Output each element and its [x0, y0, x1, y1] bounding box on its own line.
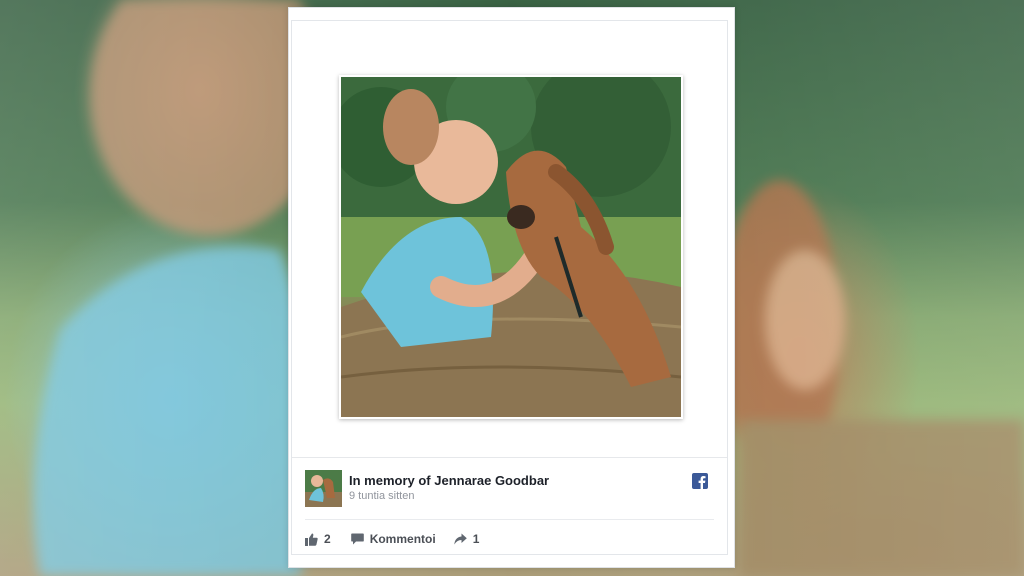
post-photo	[341, 77, 681, 417]
avatar-thumbnail	[305, 470, 342, 507]
avatar[interactable]	[305, 470, 342, 507]
comment-label: Kommentoi	[369, 532, 436, 546]
like-action[interactable]: 2	[305, 532, 331, 546]
facebook-logo-glyph	[698, 476, 706, 489]
post-container: In memory of Jennarae Goodbar 9 tuntia s…	[291, 20, 728, 555]
like-count: 2	[324, 532, 331, 546]
facebook-icon[interactable]	[692, 473, 708, 489]
share-arrow-icon	[453, 533, 467, 545]
embedded-post-card: In memory of Jennarae Goodbar 9 tuntia s…	[288, 7, 735, 568]
thumbs-up-icon	[305, 533, 318, 546]
post-actions: 2 Kommentoi 1	[305, 530, 499, 548]
post-timestamp[interactable]: 9 tuntia sitten	[349, 490, 414, 502]
photo-illustration	[341, 77, 681, 417]
comment-action[interactable]: Kommentoi	[350, 532, 436, 546]
post-footer: In memory of Jennarae Goodbar 9 tuntia s…	[292, 457, 727, 554]
post-photo-frame[interactable]	[339, 75, 683, 419]
share-count: 1	[472, 532, 480, 546]
footer-divider	[305, 519, 714, 520]
speech-bubble-icon	[350, 533, 364, 545]
share-action[interactable]: 1	[453, 532, 480, 546]
post-title[interactable]: In memory of Jennarae Goodbar	[349, 473, 549, 488]
